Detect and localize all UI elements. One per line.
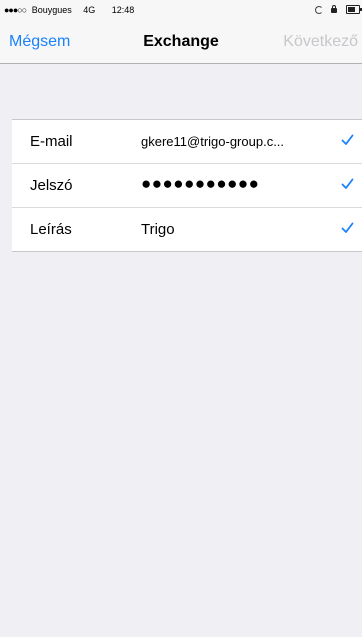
- account-form: E-mail gkere11@trigo-group.c... Jelszó ●…: [12, 119, 362, 252]
- password-field[interactable]: ●●●●●●●●●●●: [141, 174, 331, 194]
- password-label: Jelszó: [30, 177, 73, 194]
- signal-strength-icon: ●●●○○: [4, 5, 27, 15]
- description-field[interactable]: Trigo: [141, 221, 331, 238]
- status-bar: ●●●○○ Bouygues 4G 12:48: [0, 0, 362, 20]
- rotation-lock-icon: [314, 5, 323, 14]
- password-row[interactable]: Jelszó ●●●●●●●●●●●: [12, 164, 362, 208]
- phone-screen: ●●●○○ Bouygues 4G 12:48 Mégsem Exchange …: [0, 0, 362, 637]
- description-row[interactable]: Leírás Trigo: [12, 208, 362, 251]
- lock-icon: [331, 5, 338, 14]
- email-field[interactable]: gkere11@trigo-group.c...: [141, 134, 331, 149]
- next-button[interactable]: Következő: [283, 33, 358, 51]
- checkmark-icon: [341, 222, 354, 233]
- checkmark-icon: [341, 134, 354, 145]
- status-bar-left: ●●●○○ Bouygues 4G 12:48: [4, 5, 134, 15]
- clock-time: 12:48: [111, 5, 135, 15]
- battery-icon: [346, 5, 362, 15]
- navigation-bar: Mégsem Exchange Következő: [0, 20, 362, 64]
- description-label: Leírás: [30, 221, 72, 238]
- carrier-name: Bouygues: [31, 5, 72, 15]
- status-bar-right: [314, 4, 362, 16]
- email-label: E-mail: [30, 133, 73, 150]
- checkmark-icon: [341, 178, 354, 189]
- email-row[interactable]: E-mail gkere11@trigo-group.c...: [12, 120, 362, 164]
- network-type: 4G: [83, 5, 96, 15]
